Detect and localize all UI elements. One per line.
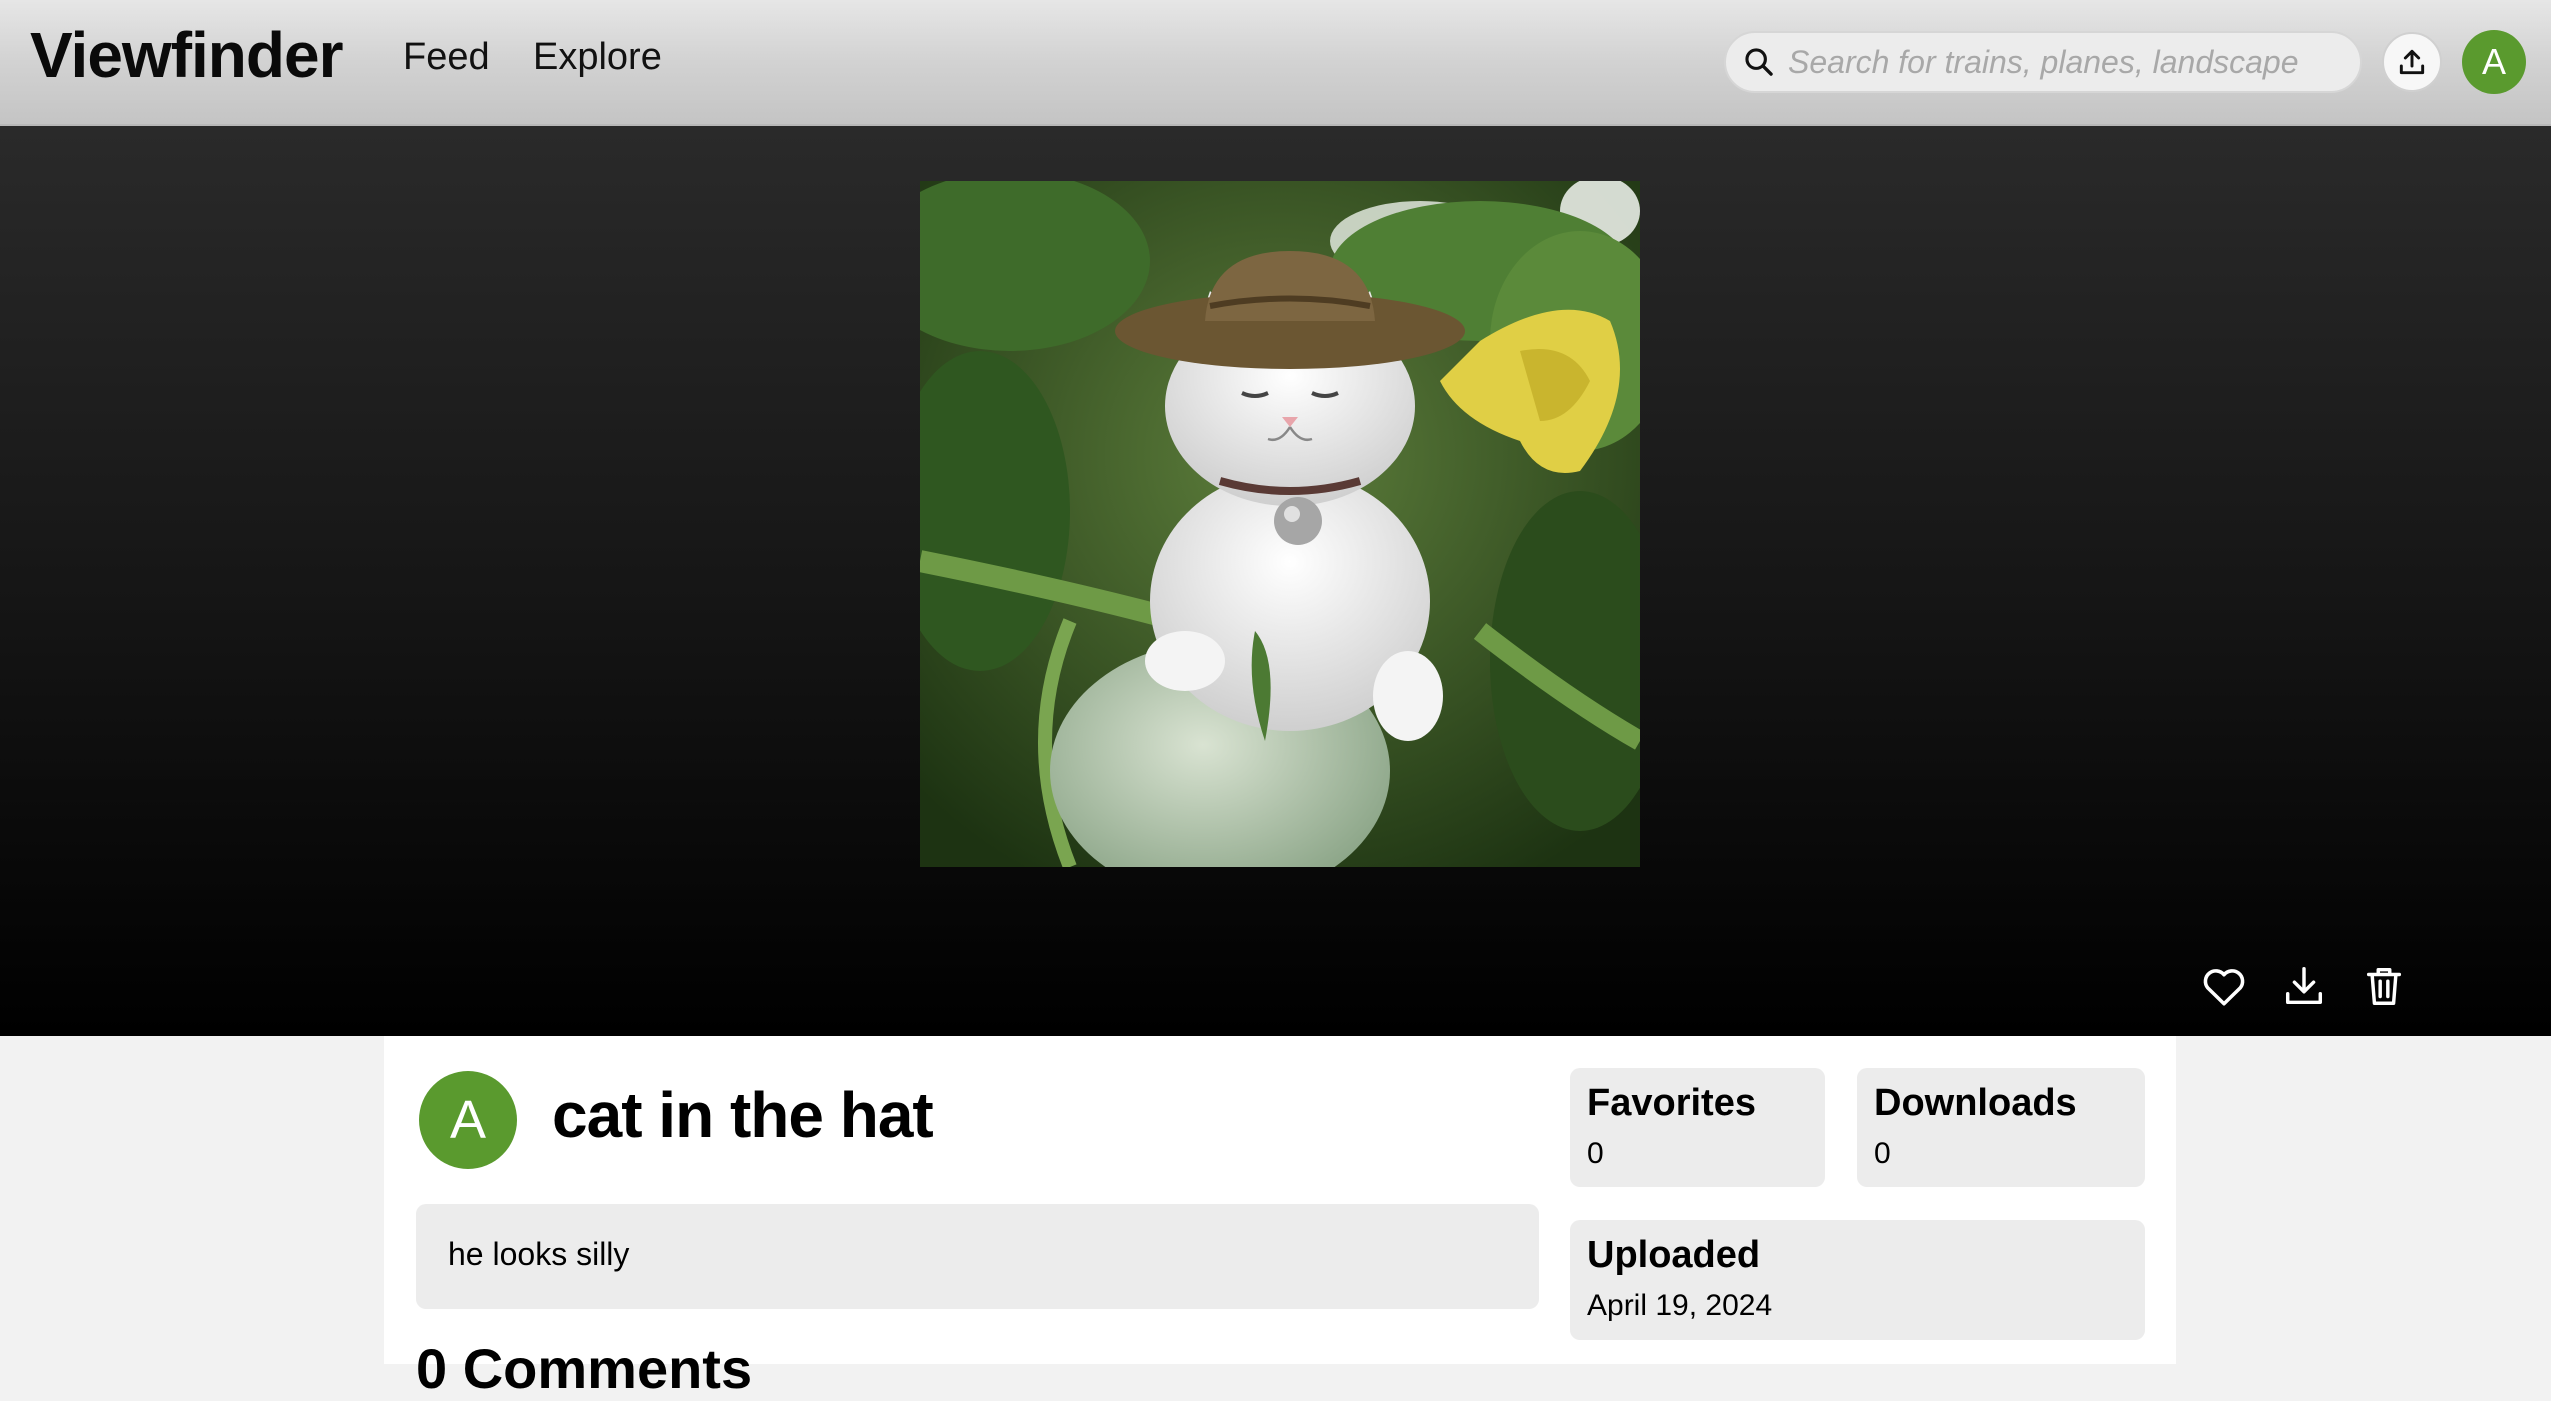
cat-in-hat-illustration — [920, 181, 1640, 867]
downloads-count: 0 — [1874, 1137, 1891, 1170]
search-input[interactable] — [1788, 43, 2348, 81]
top-navbar: Viewfinder Feed Explore A — [0, 0, 2551, 126]
app-logo[interactable]: Viewfinder — [30, 18, 343, 92]
favorites-count: 0 — [1587, 1137, 1604, 1170]
owner-avatar[interactable]: A — [419, 1071, 517, 1169]
user-avatar[interactable]: A — [2462, 30, 2526, 94]
photo-title: cat in the hat — [552, 1079, 934, 1151]
photo-description-text: he looks silly — [448, 1236, 630, 1272]
nav-feed-link[interactable]: Feed — [403, 36, 490, 79]
heart-icon — [2203, 969, 2245, 1006]
photo-details-panel: A cat in the hat he looks silly 0 Commen… — [384, 1036, 2176, 1400]
download-icon — [2285, 967, 2323, 1005]
delete-button[interactable] — [2356, 958, 2412, 1014]
downloads-label: Downloads — [1874, 1082, 2077, 1124]
uploaded-label: Uploaded — [1587, 1234, 1761, 1276]
favorites-label: Favorites — [1587, 1082, 1756, 1124]
uploaded-card: Uploaded April 19, 2024 — [1570, 1220, 2145, 1340]
comments-heading: 0 Comments — [416, 1337, 753, 1400]
search-icon — [1745, 48, 1773, 76]
favorite-button[interactable] — [2196, 958, 2252, 1014]
upload-icon — [2399, 49, 2425, 75]
trash-icon — [2366, 967, 2402, 1005]
nav-explore-link[interactable]: Explore — [533, 36, 662, 79]
upload-button[interactable] — [2382, 32, 2442, 92]
downloads-card: Downloads 0 — [1857, 1068, 2145, 1187]
download-button[interactable] — [2276, 958, 2332, 1014]
search-bar[interactable] — [1724, 31, 2362, 93]
photo-image — [920, 181, 1640, 867]
favorites-card: Favorites 0 — [1570, 1068, 1825, 1187]
uploaded-date: April 19, 2024 — [1587, 1289, 1773, 1322]
photo-viewer — [0, 126, 2551, 1036]
photo-description: he looks silly — [416, 1204, 1539, 1309]
